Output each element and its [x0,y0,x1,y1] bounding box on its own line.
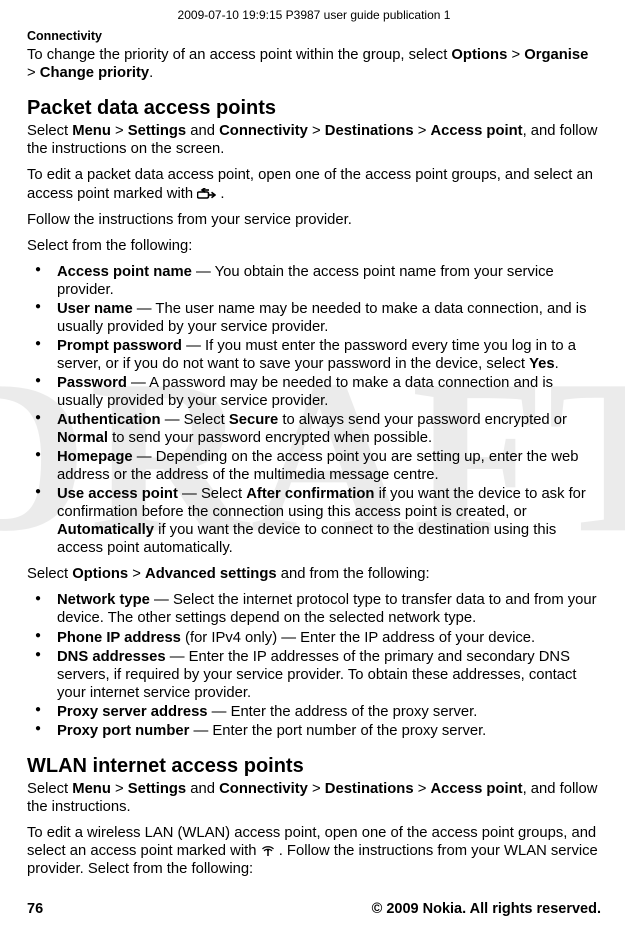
wlan-edit: To edit a wireless LAN (WLAN) access poi… [27,824,601,878]
intro-priority: To change the priority of an access poin… [27,46,601,82]
list-item: Homepage — Depending on the access point… [45,448,601,484]
list-item: Authentication — Select Secure to always… [45,411,601,447]
list-item: User name — The user name may be needed … [45,300,601,336]
wlan-icon [261,843,279,859]
list-item: Prompt password — If you must enter the … [45,337,601,373]
copyright: © 2009 Nokia. All rights reserved. [372,901,601,919]
section-label: Connectivity [27,29,601,44]
page-number: 76 [27,901,43,919]
packet-path: Select Menu > Settings and Connectivity … [27,122,601,158]
wlan-path: Select Menu > Settings and Connectivity … [27,780,601,816]
packet-select: Select from the following: [27,237,601,255]
list-item: Use access point — Select After confirma… [45,485,601,557]
heading-packet: Packet data access points [27,96,601,120]
list-item: Proxy server address — Enter the address… [45,703,601,721]
header-meta: 2009-07-10 19:9:15 P3987 user guide publ… [27,8,601,23]
list-item: Phone IP address (for IPv4 only) — Enter… [45,629,601,647]
packet-advanced-path: Select Options > Advanced settings and f… [27,565,601,583]
packet-edit: To edit a packet data access point, open… [27,166,601,202]
packet-advanced-list: Network type — Select the internet proto… [27,591,601,739]
list-item: DNS addresses — Enter the IP addresses o… [45,648,601,702]
list-item: Access point name — You obtain the acces… [45,263,601,299]
list-item: Password — A password may be needed to m… [45,374,601,410]
list-item: Network type — Select the internet proto… [45,591,601,627]
list-item: Proxy port number — Enter the port numbe… [45,722,601,740]
packet-list: Access point name — You obtain the acces… [27,263,601,558]
packet-follow: Follow the instructions from your servic… [27,211,601,229]
packet-data-icon [197,186,220,202]
heading-wlan: WLAN internet access points [27,754,601,778]
